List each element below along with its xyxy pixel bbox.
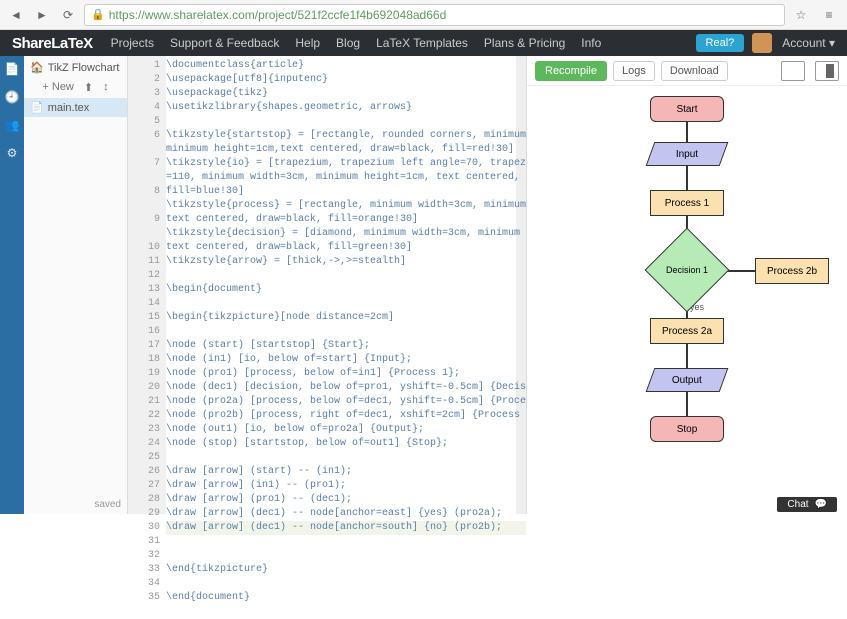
logs-button[interactable]: Logs <box>613 61 655 81</box>
nav-blog[interactable]: Blog <box>336 36 360 50</box>
editor-gutter: 1234567891011121314151617181920212223242… <box>128 59 166 619</box>
folder-icon: 🏠 <box>30 61 44 74</box>
sidebar-actions: + New ⬆ ↕ <box>24 79 127 98</box>
nav-projects[interactable]: Projects <box>111 36 154 50</box>
preview-body[interactable]: yes Start Input Process 1 Decision 1 Pro… <box>527 86 847 514</box>
node-decision: Decision 1 <box>645 228 730 313</box>
editor-code[interactable]: \documentclass{article}\usepackage[utf8]… <box>166 59 526 619</box>
node-output: Output <box>646 368 729 392</box>
node-input: Input <box>646 142 729 166</box>
nav-help[interactable]: Help <box>295 36 320 50</box>
reload-button[interactable]: ⟳ <box>58 5 78 25</box>
sort-icon[interactable]: ↕ <box>103 81 109 94</box>
star-button[interactable]: ☆ <box>791 5 811 25</box>
project-title: 🏠 TikZ Flowchart <box>24 56 127 79</box>
settings-icon[interactable]: ⚙ <box>7 146 18 160</box>
url-text: https://www.sharelatex.com/project/521f2… <box>109 8 447 22</box>
brand-logo[interactable]: ShareLaTeX <box>12 35 93 52</box>
nav-info[interactable]: Info <box>581 36 601 50</box>
file-sidebar: 🏠 TikZ Flowchart + New ⬆ ↕ 📄 main.tex sa… <box>24 56 128 514</box>
tool-rail: 📄 🕘 👥 ⚙ <box>0 56 24 514</box>
upload-icon[interactable]: ⬆ <box>84 81 93 94</box>
download-button[interactable]: Download <box>661 61 728 81</box>
nav-links: Projects Support & Feedback Help Blog La… <box>111 36 602 50</box>
chat-icon: 💬 <box>815 499 827 510</box>
forward-button[interactable]: ► <box>32 5 52 25</box>
lock-icon: 🔒 <box>91 8 105 21</box>
nav-support[interactable]: Support & Feedback <box>170 36 279 50</box>
node-stop: Stop <box>650 416 724 442</box>
user-avatar[interactable] <box>752 33 772 53</box>
layout-split-button[interactable] <box>815 61 839 81</box>
back-button[interactable]: ◄ <box>6 5 26 25</box>
file-icon: 📄 <box>30 101 44 114</box>
account-menu[interactable]: Account ▾ <box>782 36 835 50</box>
file-item-main[interactable]: 📄 main.tex <box>24 98 127 117</box>
real-button[interactable]: Real? <box>696 34 745 52</box>
layout-single-button[interactable] <box>781 61 805 81</box>
recompile-button[interactable]: Recompile <box>535 61 607 81</box>
main-area: 📄 🕘 👥 ⚙ 🏠 TikZ Flowchart + New ⬆ ↕ 📄 mai… <box>0 56 847 514</box>
nav-templates[interactable]: LaTeX Templates <box>376 36 468 50</box>
preview-pane: Recompile Logs Download yes Start Input … <box>527 56 847 514</box>
chat-button[interactable]: Chat💬 <box>777 497 837 512</box>
preview-toolbar: Recompile Logs Download <box>527 56 847 86</box>
saved-status: saved <box>94 499 121 510</box>
new-button[interactable]: + New <box>42 81 74 94</box>
nav-plans[interactable]: Plans & Pricing <box>484 36 565 50</box>
editor-pane[interactable]: 1234567891011121314151617181920212223242… <box>128 56 527 514</box>
menu-button[interactable]: ≡ <box>817 4 841 26</box>
node-process2a: Process 2a <box>650 318 724 344</box>
node-process2b: Process 2b <box>755 258 829 284</box>
history-icon[interactable]: 🕘 <box>5 90 20 104</box>
address-bar[interactable]: 🔒 https://www.sharelatex.com/project/521… <box>84 4 785 26</box>
node-process1: Process 1 <box>650 190 724 216</box>
browser-chrome: ◄ ► ⟳ 🔒 https://www.sharelatex.com/proje… <box>0 0 847 30</box>
app-topnav: ShareLaTeX Projects Support & Feedback H… <box>0 30 847 56</box>
files-icon[interactable]: 📄 <box>5 62 20 76</box>
node-start: Start <box>650 96 724 122</box>
share-icon[interactable]: 👥 <box>5 118 20 132</box>
